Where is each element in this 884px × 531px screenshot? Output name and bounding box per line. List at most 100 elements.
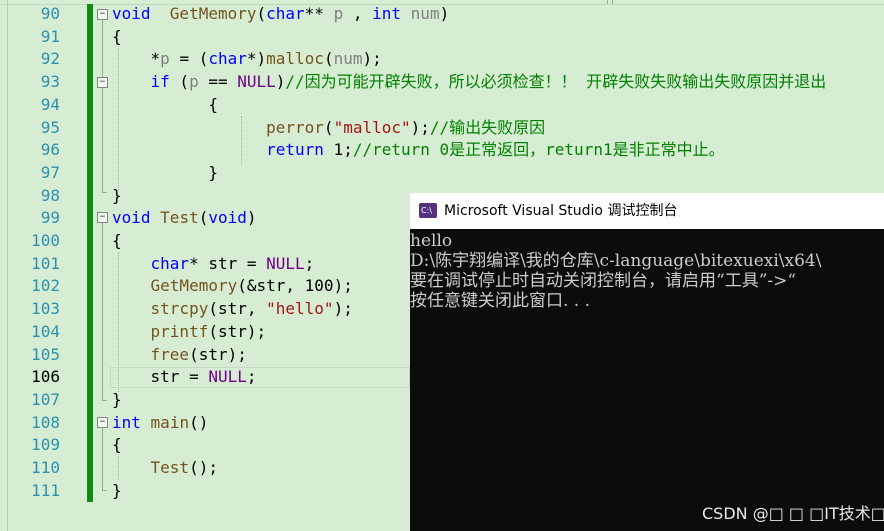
code-token: malloc [266, 49, 324, 69]
code-token: void [208, 208, 247, 228]
code-text: *p = (char*)malloc(num); [112, 48, 382, 70]
code-token: if [150, 72, 170, 92]
code-token: num [333, 49, 363, 69]
console-output-line: 要在调试停止时自动关闭控制台，请启用“工具”->“ [410, 271, 797, 291]
line-number: 104 [31, 321, 60, 341]
code-token: } [112, 389, 122, 409]
code-token: } [112, 185, 122, 205]
code-line[interactable]: 90 void GetMemory(char** p , int num) [0, 3, 884, 25]
code-text: { [112, 434, 122, 456]
code-line[interactable]: 92 *p = (char*)malloc(num); [0, 48, 884, 70]
code-line[interactable]: 97 } [0, 162, 884, 184]
code-token: ); [410, 117, 430, 137]
code-token: Test [160, 208, 199, 228]
code-token: str = [112, 367, 209, 387]
code-line[interactable]: 95 perror("malloc");//输出失败原因 [0, 117, 884, 139]
console-output: hello D:\陈宇翔编译\我的仓库\c-language\bitexuexi… [410, 229, 884, 531]
code-token: , [343, 4, 373, 23]
debug-console-window[interactable]: C:\ Microsoft Visual Studio 调试控制台 hello … [410, 193, 884, 531]
code-line[interactable]: 93 if (p == NULL)//因为可能开辟失败，所以必须检查！！ 开辟失… [0, 71, 884, 93]
code-token: (); [189, 458, 218, 477]
code-token: (str); [208, 321, 267, 341]
console-output-line: D:\陈宇翔编译\我的仓库\c-language\bitexuexi\x64\ [410, 251, 822, 271]
code-token: void [112, 4, 151, 23]
line-number: 93 [40, 72, 60, 92]
code-token: main [150, 412, 190, 432]
code-token: { [112, 435, 122, 455]
console-app-icon: C:\ [419, 203, 437, 218]
line-number: 105 [31, 344, 60, 364]
code-token: //因为可能开辟失败，所以必须检查！！ 开辟失败失败输出失败原因并退出 [285, 72, 827, 92]
code-token: () [189, 412, 209, 432]
code-token: ** [304, 4, 334, 23]
code-token: "hello" [266, 299, 334, 319]
code-text: } [112, 389, 122, 411]
code-text: } [112, 185, 122, 207]
code-token: printf [150, 321, 209, 341]
console-output-line: 按任意键关闭此窗口. . . [410, 291, 591, 311]
code-token: NULL [266, 253, 305, 273]
code-token: } [112, 162, 218, 182]
code-token: 1; [323, 140, 353, 160]
code-token: ; [246, 367, 257, 387]
code-token: return [266, 140, 324, 160]
code-token: ) [439, 4, 450, 23]
code-token: GetMemory [169, 4, 257, 23]
code-line[interactable]: 91 { [0, 26, 884, 48]
code-text: int main() [112, 412, 208, 434]
code-token: ); [362, 49, 382, 69]
code-line[interactable]: 94 { [0, 94, 884, 116]
console-app-icon-text: C:\ [421, 206, 432, 215]
code-token: "malloc" [333, 117, 411, 137]
code-token: *) [246, 49, 267, 69]
code-text: perror("malloc");//输出失败原因 [112, 117, 545, 139]
code-token: free [150, 344, 190, 364]
code-token: char [208, 49, 247, 69]
line-number: 111 [31, 480, 60, 500]
console-title-bar[interactable]: C:\ Microsoft Visual Studio 调试控制台 [410, 193, 884, 229]
code-token: p [333, 4, 344, 23]
code-token: void [112, 208, 151, 228]
line-number: 90 [40, 4, 60, 23]
code-text: Test(); [112, 457, 218, 479]
code-token: ( [323, 49, 334, 69]
line-number: 99 [40, 208, 60, 228]
code-token: //输出失败原因 [429, 117, 546, 137]
line-number: 108 [31, 412, 60, 432]
code-text: str = NULL; [112, 366, 257, 388]
code-token: { [112, 26, 122, 46]
line-number: 92 [40, 49, 60, 69]
code-line[interactable]: 96 return 1;//return 0是正常返回，return1是非正常中… [0, 139, 884, 161]
code-token: char [266, 4, 305, 23]
code-token: char [150, 253, 190, 273]
line-number: 96 [40, 140, 60, 160]
code-token: = ( [169, 49, 209, 69]
line-number: 106 [31, 367, 60, 387]
line-number: 103 [31, 299, 60, 319]
code-token: strcpy [150, 299, 209, 319]
line-number: 109 [31, 435, 60, 455]
code-token: ( [323, 117, 334, 137]
code-token: (&str, 100); [237, 276, 353, 296]
line-number: 94 [40, 94, 60, 114]
code-text: } [112, 480, 122, 502]
console-output-line: hello [410, 231, 453, 251]
code-token: NULL [208, 367, 247, 387]
code-text: printf(str); [112, 321, 267, 343]
console-title: Microsoft Visual Studio 调试控制台 [444, 203, 678, 219]
line-number: 101 [31, 253, 60, 273]
code-token: Test [150, 458, 190, 477]
line-number: 110 [31, 458, 60, 477]
code-text: if (p == NULL)//因为可能开辟失败，所以必须检查！！ 开辟失败失败… [112, 71, 827, 93]
code-token: perror [266, 117, 324, 137]
code-token: ( [256, 4, 267, 23]
